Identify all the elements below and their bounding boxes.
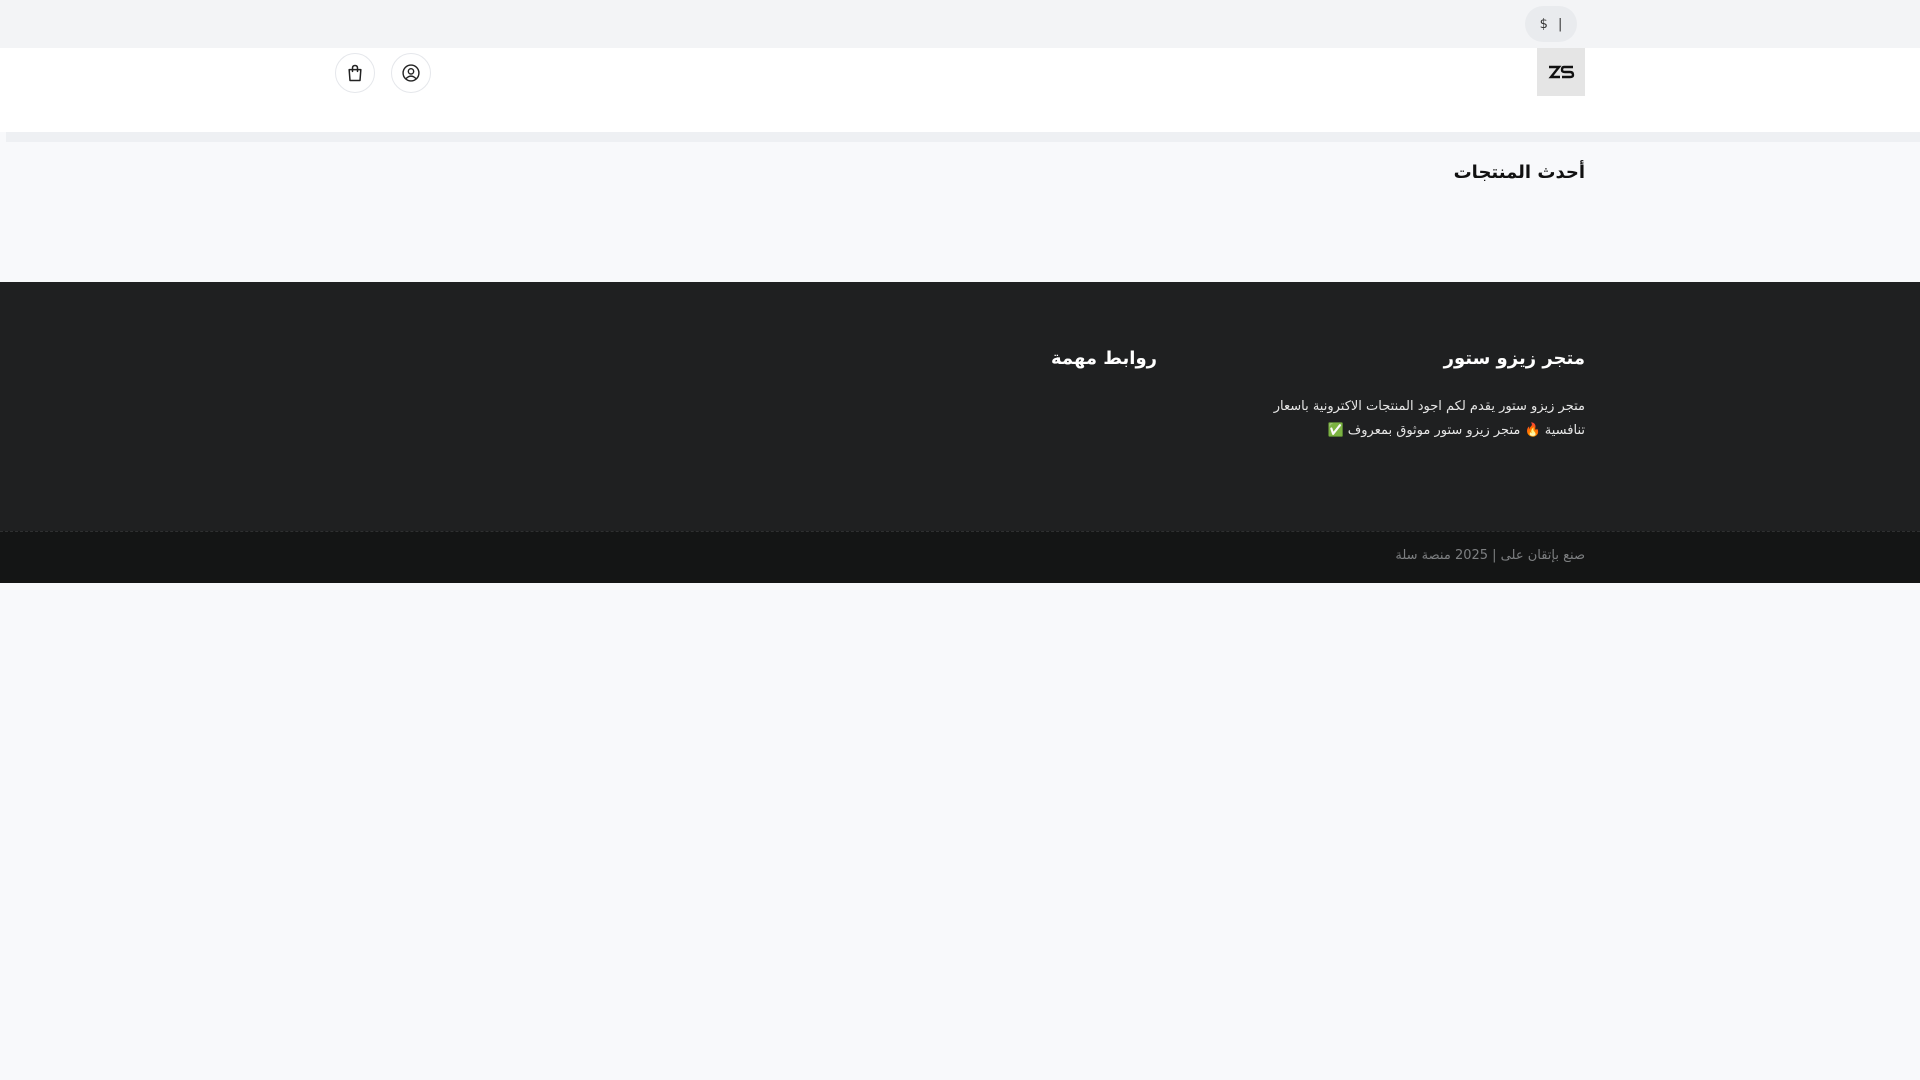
- copyright-bar: صنع بإتقان على | 2025 منصة سلة: [0, 531, 1920, 583]
- store-logo[interactable]: [1537, 48, 1585, 96]
- copyright-text[interactable]: صنع بإتقان على | 2025 منصة سلة: [1395, 548, 1585, 563]
- footer-links: روابط مهمة: [1051, 348, 1157, 369]
- header-actions: [335, 53, 431, 93]
- site-footer: متجر زيزو ستور متجر زيزو ستور يقدم لكم ا…: [0, 282, 1920, 531]
- header-divider: [6, 132, 1920, 142]
- footer-about-line2: تنافسية 🔥 متجر زيزو ستور موثوق بمعروف ✅: [1327, 423, 1585, 438]
- cart-button[interactable]: [335, 53, 375, 93]
- top-bar: | $: [0, 0, 1920, 48]
- latest-products-section: أحدث المنتجات: [0, 142, 1920, 282]
- logo-mark-icon: [1548, 65, 1575, 79]
- section-title: أحدث المنتجات: [1453, 162, 1585, 183]
- footer-about-line1: متجر زيزو ستور يقدم لكم اجود المنتجات ال…: [1273, 399, 1585, 414]
- footer-links-title: روابط مهمة: [1050, 348, 1157, 369]
- separator: |: [1557, 16, 1563, 32]
- shopping-bag-icon: [348, 64, 362, 82]
- user-circle-icon: [402, 64, 420, 82]
- currency-symbol: $: [1539, 16, 1548, 32]
- account-button[interactable]: [391, 53, 431, 93]
- footer-about: متجر زيزو ستور متجر زيزو ستور يقدم لكم ا…: [1245, 348, 1585, 443]
- footer-about-title: متجر زيزو ستور: [1443, 348, 1585, 369]
- site-header: [0, 48, 1920, 132]
- footer-about-text: متجر زيزو ستور يقدم لكم اجود المنتجات ال…: [1245, 395, 1585, 443]
- currency-switcher[interactable]: | $: [1525, 6, 1577, 42]
